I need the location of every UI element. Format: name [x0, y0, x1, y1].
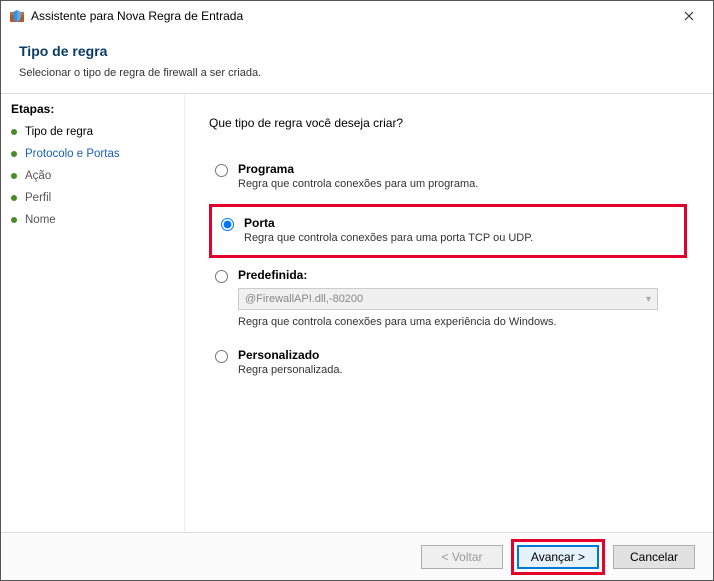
- next-button[interactable]: Avançar >: [517, 545, 599, 569]
- option-name: Programa: [238, 162, 294, 176]
- step-label: Nome: [25, 214, 56, 226]
- option-desc: Regra personalizada.: [238, 364, 343, 376]
- highlight-next: Avançar >: [511, 539, 605, 575]
- bullet-icon: [11, 217, 17, 223]
- back-button: < Voltar: [421, 545, 503, 569]
- predefinida-dropdown: @FirewallAPI.dll,-80200 ▾: [238, 288, 658, 310]
- bullet-icon: [11, 173, 17, 179]
- cancel-button[interactable]: Cancelar: [613, 545, 695, 569]
- step-perfil[interactable]: Perfil: [11, 192, 174, 204]
- option-desc: Regra que controla conexões para um prog…: [238, 178, 478, 190]
- option-name: Personalizado: [238, 348, 319, 362]
- highlight-porta: Porta Regra que controla conexões para u…: [209, 204, 687, 258]
- bullet-icon: [11, 195, 17, 201]
- radio-predefinida[interactable]: [215, 270, 228, 283]
- dropdown-value: @FirewallAPI.dll,-80200: [245, 293, 363, 305]
- radio-personalizado[interactable]: [215, 350, 228, 363]
- step-label: Ação: [25, 170, 51, 182]
- option-programa[interactable]: Programa Regra que controla conexões par…: [209, 156, 687, 200]
- step-label: Tipo de regra: [25, 126, 93, 138]
- radio-porta[interactable]: [221, 218, 234, 231]
- page-title: Tipo de regra: [19, 43, 695, 59]
- page-subtitle: Selecionar o tipo de regra de firewall a…: [19, 67, 695, 79]
- radio-programa[interactable]: [215, 164, 228, 177]
- footer: < Voltar Avançar > Cancelar: [1, 532, 713, 580]
- bullet-icon: [11, 129, 17, 135]
- option-predefinida[interactable]: Predefinida: @FirewallAPI.dll,-80200 ▾ R…: [209, 262, 687, 338]
- titlebar: Assistente para Nova Regra de Entrada: [1, 1, 713, 31]
- step-nome[interactable]: Nome: [11, 214, 174, 226]
- step-label: Protocolo e Portas: [25, 148, 120, 160]
- close-button[interactable]: [669, 2, 709, 30]
- option-name: Predefinida:: [238, 268, 307, 282]
- question-text: Que tipo de regra você deseja criar?: [209, 116, 687, 130]
- chevron-down-icon: ▾: [646, 294, 651, 305]
- step-tipo-de-regra[interactable]: Tipo de regra: [11, 126, 174, 138]
- firewall-icon: [9, 8, 25, 24]
- steps-sidebar: Etapas: Tipo de regra Protocolo e Portas…: [1, 94, 185, 532]
- sidebar-title: Etapas:: [11, 102, 174, 116]
- option-desc: Regra que controla conexões para uma por…: [244, 232, 533, 244]
- window-title: Assistente para Nova Regra de Entrada: [31, 9, 669, 23]
- option-name: Porta: [244, 216, 275, 230]
- option-personalizado[interactable]: Personalizado Regra personalizada.: [209, 342, 687, 386]
- step-protocolo-e-portas[interactable]: Protocolo e Portas: [11, 148, 174, 160]
- header: Tipo de regra Selecionar o tipo de regra…: [1, 31, 713, 94]
- option-porta[interactable]: Porta Regra que controla conexões para u…: [215, 210, 681, 248]
- bullet-icon: [11, 151, 17, 157]
- step-label: Perfil: [25, 192, 51, 204]
- step-acao[interactable]: Ação: [11, 170, 174, 182]
- option-desc: Regra que controla conexões para uma exp…: [238, 316, 681, 328]
- content-area: Que tipo de regra você deseja criar? Pro…: [185, 94, 713, 532]
